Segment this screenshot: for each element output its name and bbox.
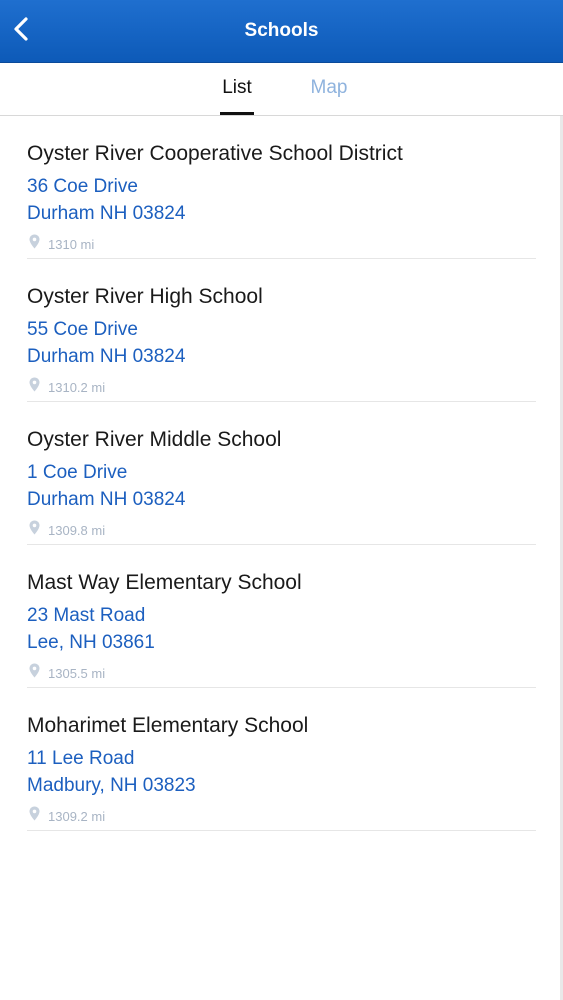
address-line1-link[interactable]: 1 Coe Drive xyxy=(27,462,127,484)
school-name: Mast Way Elementary School xyxy=(27,571,302,594)
distance-row: 1310 mi xyxy=(29,234,95,254)
distance-text: 1310 mi xyxy=(48,236,95,252)
address-line2-link[interactable]: Durham NH 03824 xyxy=(27,346,185,368)
address-line1-link[interactable]: 36 Coe Drive xyxy=(27,176,138,198)
distance-text: 1309.2 mi xyxy=(48,808,106,824)
distance-text: 1309.8 mi xyxy=(48,522,106,538)
list-item[interactable]: Oyster River High School 55 Coe Drive Du… xyxy=(27,259,536,402)
page-title: Schools xyxy=(244,20,319,41)
distance-text: 1310.2 mi xyxy=(48,379,106,395)
location-pin-icon xyxy=(29,377,40,397)
location-pin-icon xyxy=(29,806,40,826)
location-pin-icon xyxy=(29,234,40,254)
distance-row: 1310.2 mi xyxy=(29,377,106,397)
school-name: Oyster River Middle School xyxy=(27,428,282,451)
tab-list-label: List xyxy=(222,77,252,98)
distance-row: 1309.2 mi xyxy=(29,806,106,826)
list-item[interactable]: Oyster River Cooperative School District… xyxy=(27,116,536,259)
list-item[interactable]: Oyster River Middle School 1 Coe Drive D… xyxy=(27,402,536,545)
tab-map-label: Map xyxy=(310,77,348,98)
school-name: Oyster River High School xyxy=(27,285,263,308)
tab-list[interactable]: List xyxy=(216,63,258,115)
address-line1-link[interactable]: 11 Lee Road xyxy=(27,748,134,770)
address-line2-link[interactable]: Madbury, NH 03823 xyxy=(27,775,196,797)
list-item[interactable]: Mast Way Elementary School 23 Mast Road … xyxy=(27,545,536,688)
school-name: Moharimet Elementary School xyxy=(27,714,309,737)
address-line2-link[interactable]: Durham NH 03824 xyxy=(27,489,185,511)
location-pin-icon xyxy=(29,663,40,683)
address-line1-link[interactable]: 55 Coe Drive xyxy=(27,319,138,341)
app-header: Schools xyxy=(0,0,563,63)
school-name: Oyster River Cooperative School District xyxy=(27,142,403,165)
distance-text: 1305.5 mi xyxy=(48,665,106,681)
distance-row: 1309.8 mi xyxy=(29,520,106,540)
address-line1-link[interactable]: 23 Mast Road xyxy=(27,605,145,627)
location-pin-icon xyxy=(29,520,40,540)
tab-map[interactable]: Map xyxy=(304,63,354,115)
list-item[interactable]: Moharimet Elementary School 11 Lee Road … xyxy=(27,688,536,831)
active-tab-indicator xyxy=(220,112,254,115)
address-line2-link[interactable]: Lee, NH 03861 xyxy=(27,632,155,654)
distance-row: 1305.5 mi xyxy=(29,663,106,683)
view-tabs: List Map xyxy=(0,63,563,116)
address-line2-link[interactable]: Durham NH 03824 xyxy=(27,203,185,225)
school-list: Oyster River Cooperative School District… xyxy=(0,116,563,831)
